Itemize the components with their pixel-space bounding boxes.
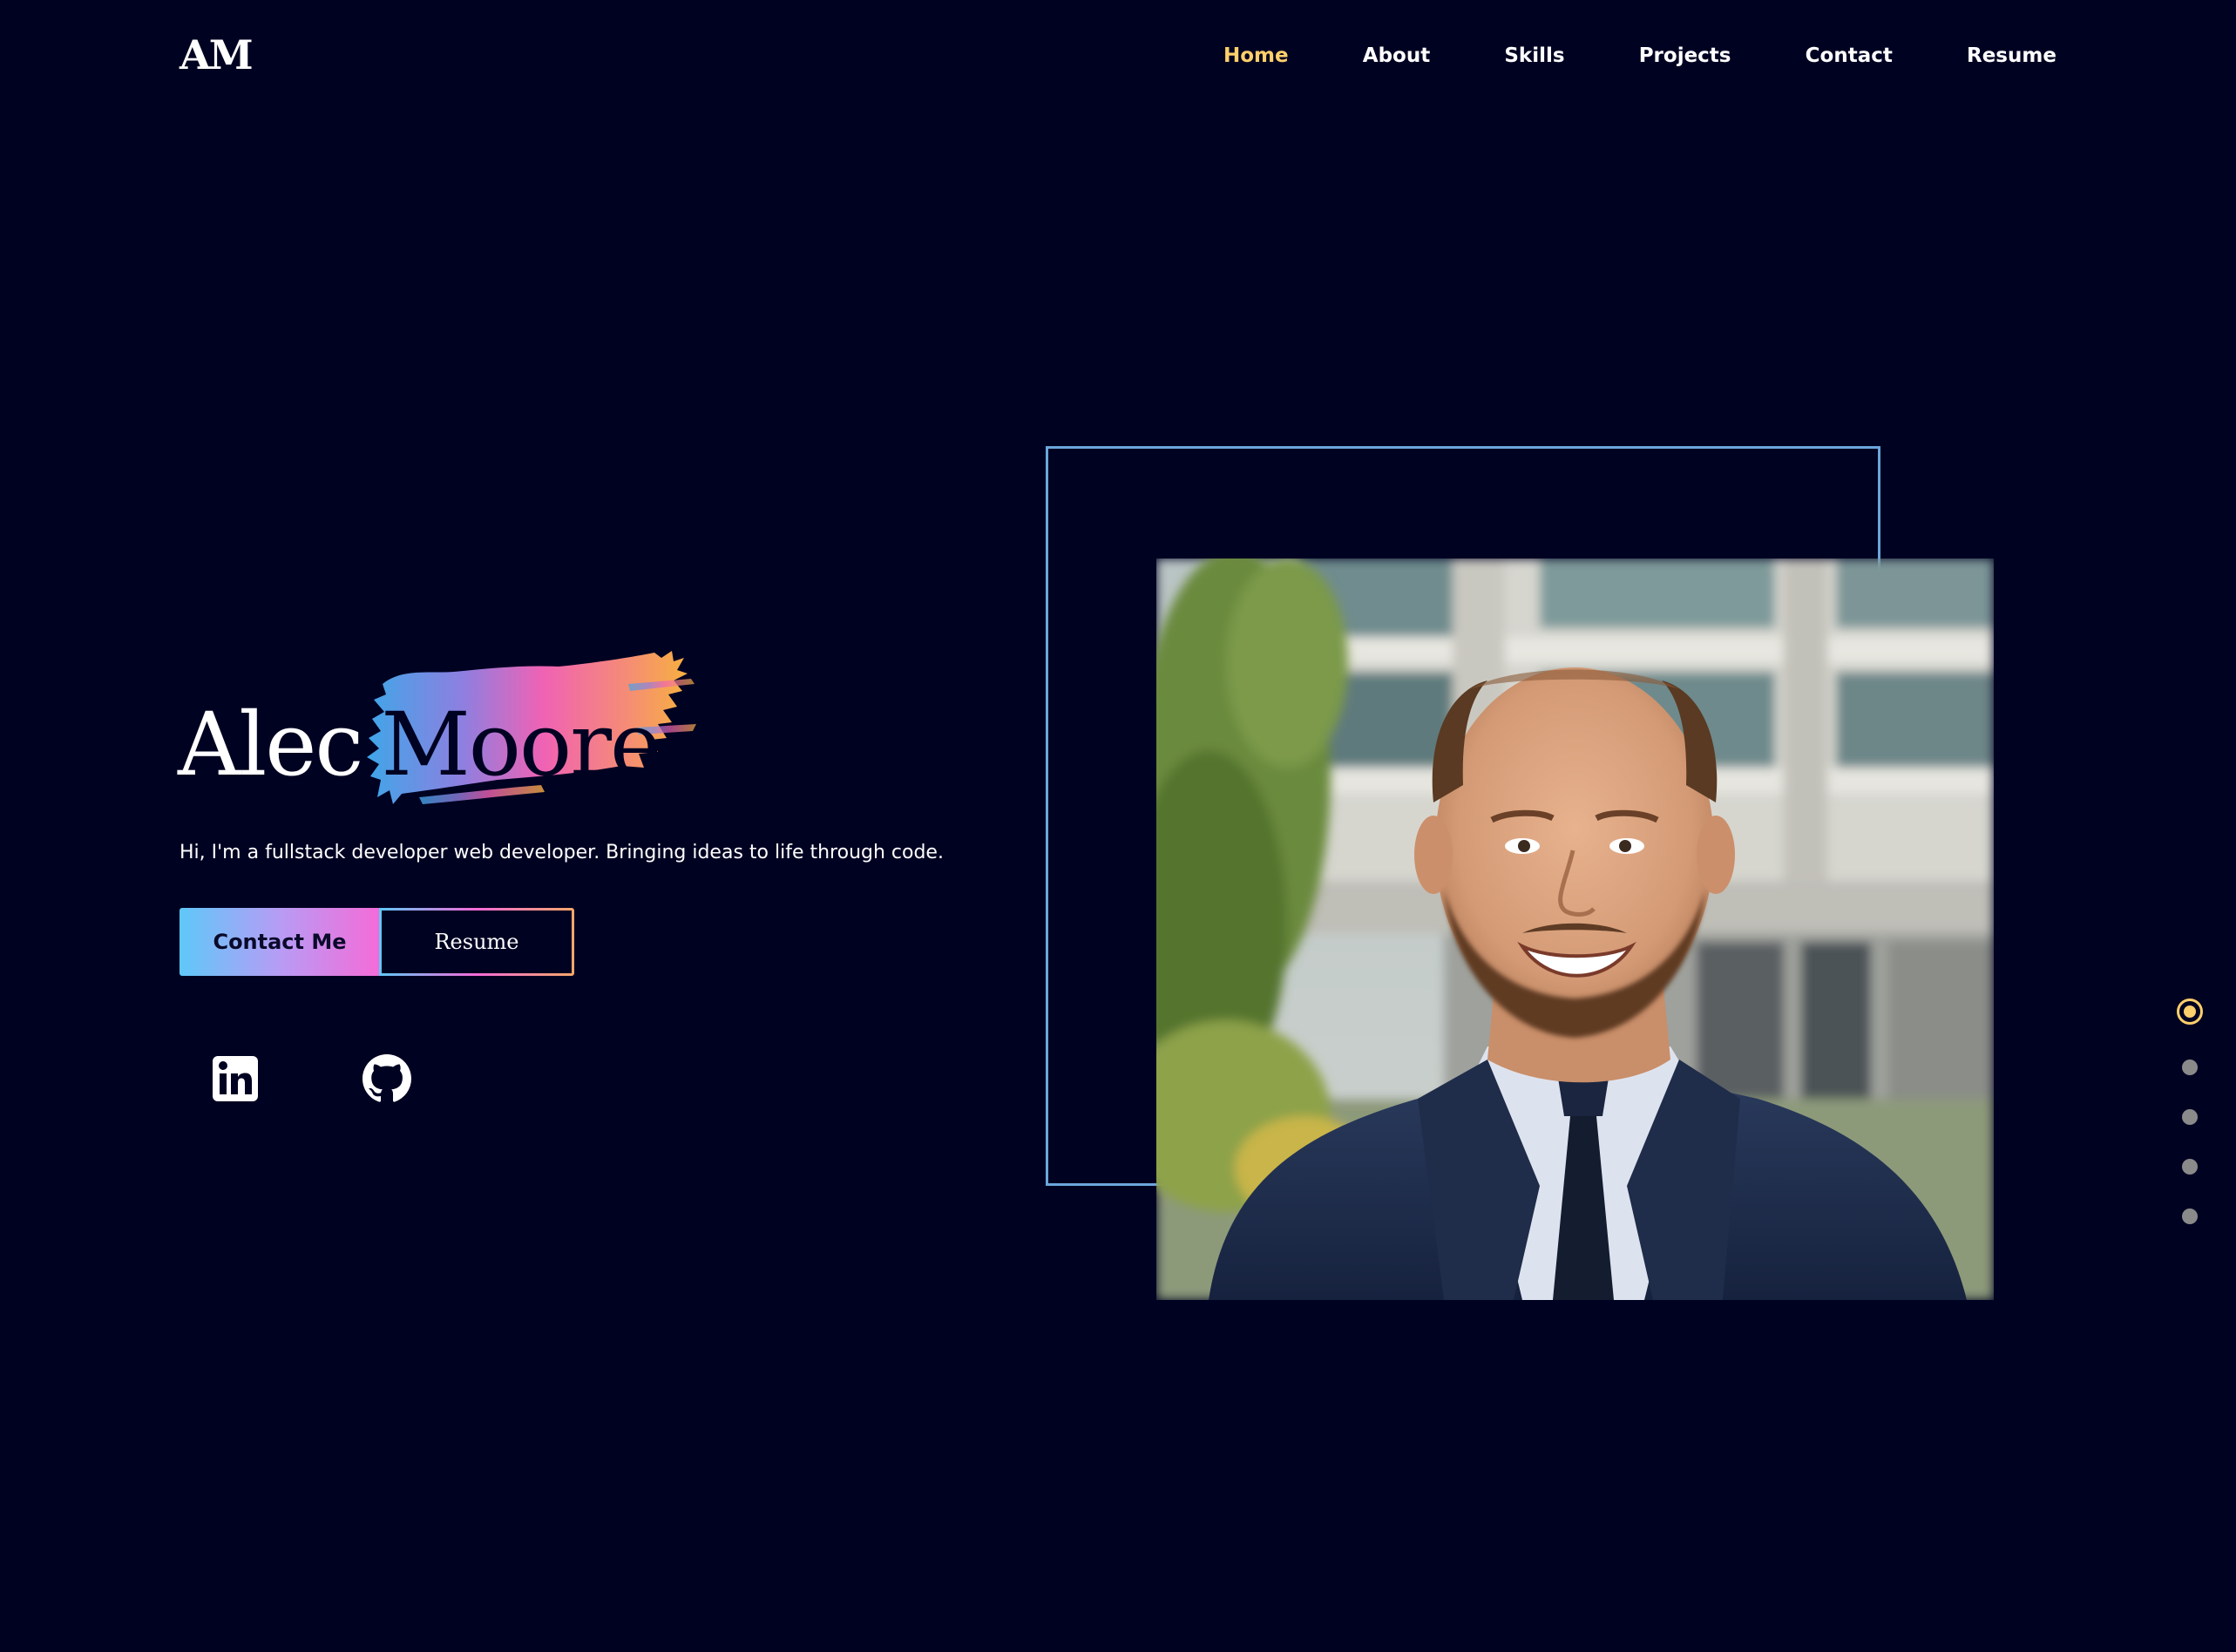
linkedin-icon[interactable] [211, 1054, 260, 1103]
site-logo[interactable]: AM [180, 31, 254, 78]
nav-about[interactable]: About [1363, 44, 1430, 67]
main-nav: Home About Skills Projects Contact Resum… [1223, 40, 2056, 71]
first-name: Alec [178, 694, 363, 796]
profile-photo [1156, 559, 1994, 1300]
nav-skills[interactable]: Skills [1504, 44, 1564, 67]
hero-name: Alec Moore [178, 651, 697, 804]
page: AM Home About Skills Projects Contact Re… [0, 0, 2236, 1652]
contact-me-button[interactable]: Contact Me [180, 908, 380, 976]
nav-home[interactable]: Home [1223, 44, 1289, 67]
nav-projects[interactable]: Projects [1639, 44, 1731, 67]
nav-resume[interactable]: Resume [1967, 44, 2056, 67]
section-dot-2[interactable] [2182, 1060, 2198, 1075]
hero-tagline: Hi, I'm a fullstack developer web develo… [180, 842, 944, 863]
nav-contact[interactable]: Contact [1806, 44, 1893, 67]
section-dot-4[interactable] [2182, 1159, 2198, 1175]
resume-button[interactable]: Resume [379, 908, 574, 976]
section-dot-5[interactable] [2182, 1209, 2198, 1224]
section-dot-3[interactable] [2182, 1109, 2198, 1125]
last-name: Moore [381, 694, 661, 796]
github-icon[interactable] [363, 1054, 411, 1103]
section-dot-1[interactable] [2177, 999, 2203, 1025]
last-name-highlight: Moore [367, 651, 697, 804]
